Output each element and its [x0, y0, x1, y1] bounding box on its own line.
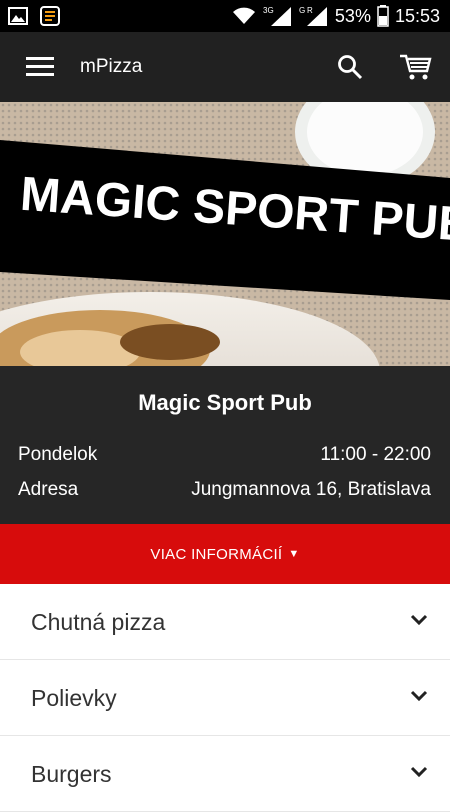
- wifi-icon: [232, 7, 255, 24]
- image-icon: [8, 7, 28, 25]
- restaurant-banner: MAGIC SPORT PUB: [0, 102, 450, 366]
- clock: 15:53: [394, 5, 440, 26]
- search-icon[interactable]: [336, 53, 364, 81]
- status-bar: 3G G R 53% 15:53: [0, 0, 450, 32]
- battery-icon: [377, 5, 389, 27]
- app-bar: mPizza: [0, 32, 450, 102]
- day-label: Pondelok: [18, 444, 98, 465]
- category-label: Chutná pizza: [31, 609, 166, 635]
- category-item[interactable]: Burgers: [0, 736, 450, 812]
- hamburger-menu-icon[interactable]: [26, 55, 54, 79]
- hours-value: 11:00 - 22:00: [320, 444, 431, 465]
- dropdown-arrow-icon: ▼: [288, 548, 300, 560]
- more-info-button[interactable]: VIAC INFORMÁCIÍ ▼: [0, 524, 450, 584]
- address-value: Jungmannova 16, Bratislava: [191, 479, 431, 500]
- cart-icon[interactable]: [398, 52, 432, 82]
- opening-hours-row: Pondelok 11:00 - 22:00: [18, 444, 431, 466]
- category-label: Burgers: [31, 761, 112, 787]
- more-info-label: VIAC INFORMÁCIÍ: [150, 545, 283, 563]
- menu-categories: Chutná pizza Polievky Burgers: [0, 584, 450, 812]
- address-label: Adresa: [18, 479, 79, 500]
- signal-3g-icon: 3G: [263, 6, 291, 26]
- category-item[interactable]: Polievky: [0, 660, 450, 736]
- category-label: Polievky: [31, 685, 117, 711]
- chevron-down-icon: [410, 614, 428, 626]
- network-label-g: G: [299, 6, 305, 15]
- network-label-r: R: [307, 6, 313, 15]
- restaurant-info: Magic Sport Pub Pondelok 11:00 - 22:00 A…: [0, 366, 450, 524]
- battery-percent: 53%: [334, 5, 371, 26]
- address-row: Adresa Jungmannova 16, Bratislava: [18, 479, 431, 501]
- restaurant-name: Magic Sport Pub: [138, 390, 312, 415]
- chevron-down-icon: [410, 766, 428, 778]
- notification-app-icon: [40, 6, 60, 26]
- signal-g-r-icon: G R: [299, 6, 327, 26]
- category-item[interactable]: Chutná pizza: [0, 584, 450, 660]
- network-label-3g: 3G: [263, 6, 274, 15]
- app-title: mPizza: [80, 56, 143, 77]
- chevron-down-icon: [410, 690, 428, 702]
